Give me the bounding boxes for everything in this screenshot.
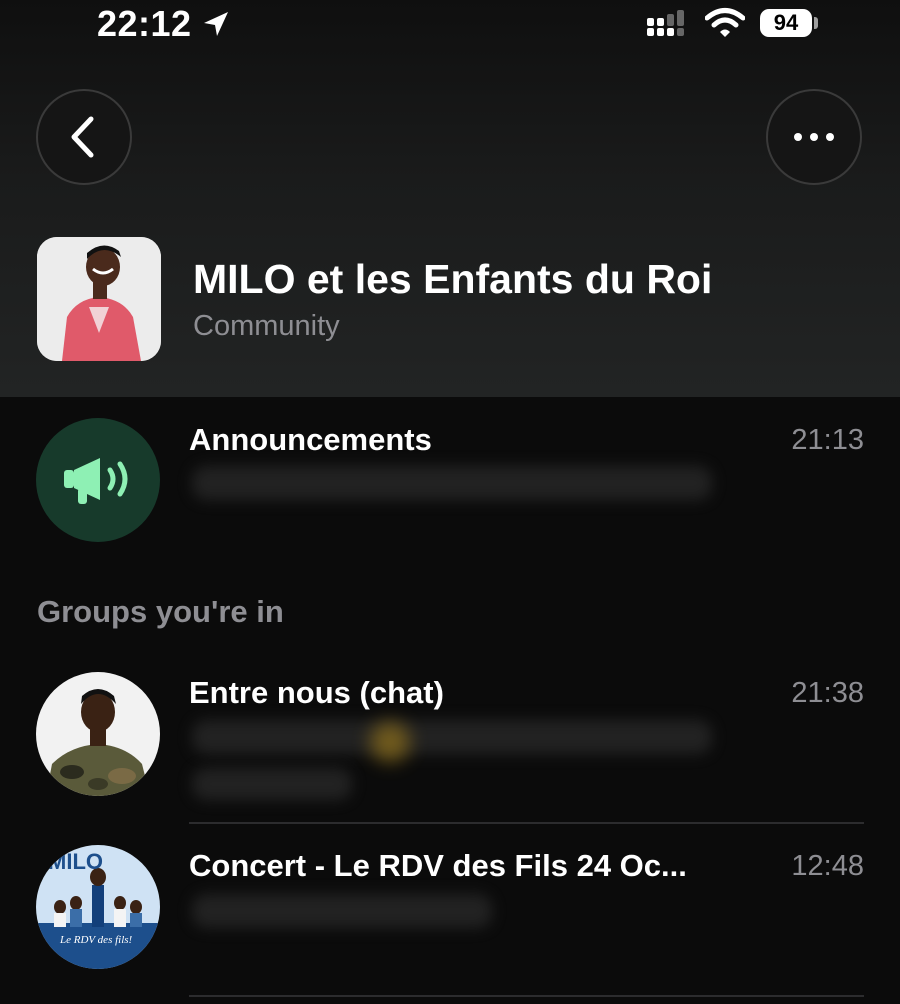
- blurred-emoji: [370, 722, 410, 762]
- announcements-time: 21:13: [791, 424, 864, 456]
- group-avatar: MILO Le RDV des fils!: [36, 845, 160, 969]
- row-divider: [189, 995, 864, 997]
- group-time: 12:48: [791, 850, 864, 882]
- group-avatar-image: [36, 672, 160, 796]
- battery-indicator: 94: [760, 9, 812, 37]
- blurred-preview: [192, 894, 492, 928]
- groups-section-label: Groups you're in: [37, 594, 284, 629]
- more-options-button[interactable]: [766, 89, 862, 185]
- blurred-preview: [192, 466, 712, 500]
- status-bar: 22:12 94: [0, 0, 900, 52]
- concert-poster-image: MILO Le RDV des fils!: [36, 845, 160, 969]
- community-title: MILO et les Enfants du Roi: [193, 256, 713, 302]
- group-title: Concert - Le RDV des Fils 24 Oc...: [189, 848, 687, 883]
- community-avatar[interactable]: [37, 237, 161, 361]
- community-header: 22:12 94 MILO et les Enfants du Roi Comm…: [0, 0, 900, 397]
- battery-nub: [814, 17, 818, 29]
- ellipsis-icon: [794, 133, 834, 141]
- megaphone-icon: [64, 458, 128, 504]
- signal-icon: [647, 10, 684, 36]
- row-divider: [189, 822, 864, 824]
- group-title: Entre nous (chat): [189, 675, 444, 710]
- blurred-preview: [192, 720, 712, 754]
- community-label: Community: [193, 310, 340, 342]
- announcements-title: Announcements: [189, 422, 432, 457]
- announcements-avatar: [36, 418, 160, 542]
- poster-title: MILO: [48, 849, 103, 874]
- back-button[interactable]: [36, 89, 132, 185]
- location-arrow-icon: [204, 12, 228, 36]
- poster-subtitle: Le RDV des fils!: [59, 934, 133, 946]
- chevron-left-icon: [71, 116, 94, 158]
- blurred-preview: [192, 768, 352, 800]
- group-avatar: [36, 672, 160, 796]
- group-time: 21:38: [791, 677, 864, 709]
- status-time: 22:12: [97, 3, 192, 44]
- wifi-icon: [705, 8, 745, 37]
- community-avatar-image: [37, 237, 161, 361]
